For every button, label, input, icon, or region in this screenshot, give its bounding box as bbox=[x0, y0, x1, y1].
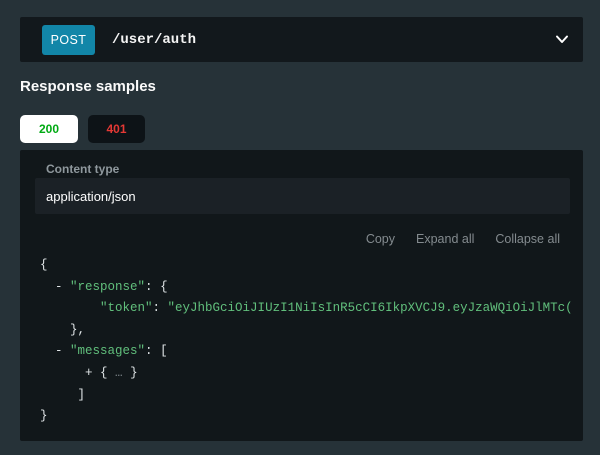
collapse-toggle[interactable]: - bbox=[55, 280, 70, 294]
content-type-label: Content type bbox=[46, 162, 120, 176]
response-sample-panel: Content type application/json Copy Expan… bbox=[20, 150, 583, 441]
collapse-toggle[interactable]: - bbox=[55, 344, 70, 358]
sample-actions: Copy Expand all Collapse all bbox=[20, 232, 583, 247]
expand-all-button[interactable]: Expand all bbox=[416, 232, 474, 247]
collapse-all-button[interactable]: Collapse all bbox=[495, 232, 560, 247]
content-type-value: application/json bbox=[46, 188, 136, 204]
http-method-badge: POST bbox=[42, 24, 95, 55]
tab-401[interactable]: 401 bbox=[88, 115, 145, 143]
code-token: : bbox=[152, 301, 168, 316]
json-sample-code: { - "response": { "token": "eyJhbGciOiJI… bbox=[20, 255, 583, 428]
content-type-select[interactable]: application/json bbox=[35, 178, 570, 214]
code-line: } bbox=[40, 406, 578, 428]
code-line: - "messages": [ bbox=[40, 341, 578, 363]
code-token: { bbox=[100, 365, 116, 380]
code-token: : bbox=[145, 344, 161, 359]
code-token: { bbox=[40, 258, 48, 272]
code-token: { bbox=[160, 279, 168, 294]
code-token: : bbox=[145, 279, 161, 294]
code-line: { bbox=[40, 255, 578, 277]
code-line: }, bbox=[40, 320, 578, 342]
code-token: [ bbox=[160, 344, 168, 359]
code-line: "token": "eyJhbGciOiJIUzI1NiIsInR5cCI6Ik… bbox=[40, 298, 578, 320]
tab-200[interactable]: 200 bbox=[20, 115, 78, 143]
code-line: - "response": { bbox=[40, 277, 578, 299]
code-token: ] bbox=[77, 387, 86, 402]
copy-button[interactable]: Copy bbox=[366, 232, 395, 247]
code-token: "messages" bbox=[70, 344, 146, 359]
endpoint-path: /user/auth bbox=[112, 31, 197, 48]
status-code-tabs: 200 401 bbox=[20, 115, 583, 143]
endpoint-bar[interactable]: POST /user/auth bbox=[20, 17, 583, 62]
code-token: "eyJhbGciOiJIUzI1NiIsInR5cCI6IkpXVCJ9.ey… bbox=[167, 301, 573, 316]
code-token: } bbox=[122, 365, 138, 380]
code-token: "token" bbox=[100, 301, 153, 316]
collapse-toggle[interactable]: + bbox=[85, 366, 100, 380]
code-token: "response" bbox=[70, 279, 146, 294]
response-samples-title: Response samples bbox=[20, 78, 156, 95]
code-line: ] bbox=[40, 385, 578, 407]
chevron-down-icon[interactable] bbox=[555, 35, 569, 44]
code-token: } bbox=[40, 409, 48, 424]
code-token: … bbox=[115, 365, 123, 380]
code-line: + { … } bbox=[40, 363, 578, 385]
code-token: }, bbox=[70, 322, 86, 337]
